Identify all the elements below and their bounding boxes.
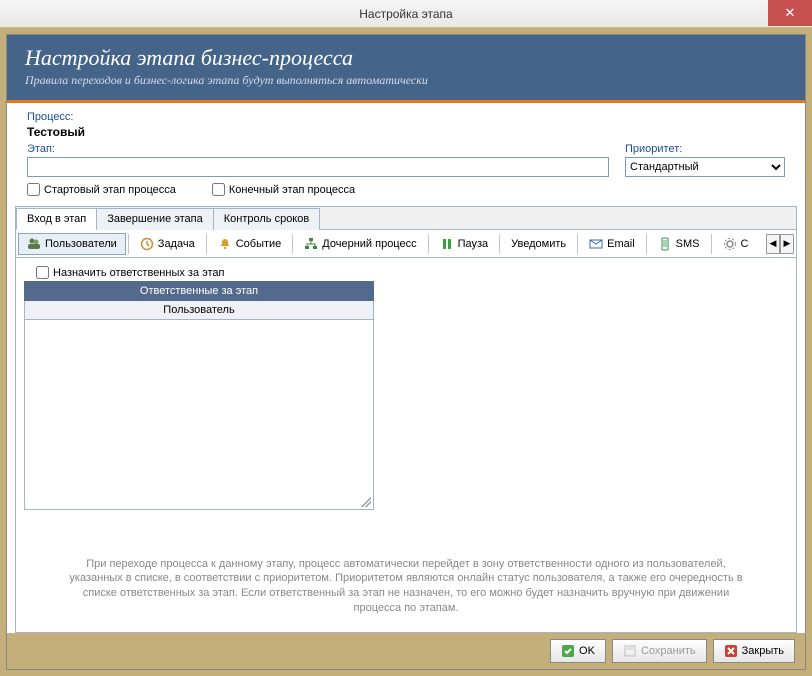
separator xyxy=(292,234,293,254)
header-banner: Настройка этапа бизнес-процесса Правила … xyxy=(7,35,805,103)
tab-complete-stage[interactable]: Завершение этапа xyxy=(96,208,214,230)
separator xyxy=(711,234,712,254)
close-icon: ✕ xyxy=(785,5,796,21)
start-stage-checkbox-input[interactable] xyxy=(27,183,40,196)
check-icon xyxy=(561,644,575,658)
save-button[interactable]: Сохранить xyxy=(612,639,707,663)
chevron-right-icon: ▶ xyxy=(784,238,791,249)
toolbar-task-label: Задача xyxy=(158,238,195,250)
phone-icon xyxy=(658,237,672,251)
toolbar-child-process-label: Дочерний процесс xyxy=(322,238,416,250)
toolbar-notify-label: Уведомить xyxy=(511,238,566,250)
separator xyxy=(428,234,429,254)
toolbar-child-process-button[interactable]: Дочерний процесс xyxy=(295,233,425,255)
toolbar-sms-button[interactable]: SMS xyxy=(649,233,709,255)
toolbar-pause-label: Пауза xyxy=(458,238,489,250)
ok-button[interactable]: OK xyxy=(550,639,606,663)
main-tabs: Вход в этап Завершение этапа Контроль ср… xyxy=(16,207,796,230)
toolbar-sms-label: SMS xyxy=(676,238,700,250)
responsible-list[interactable] xyxy=(24,320,374,510)
separator xyxy=(577,234,578,254)
action-toolbar: Пользователи Задача Событие xyxy=(16,230,796,258)
process-value: Тестовый xyxy=(27,125,785,139)
assign-responsible-checkbox-input[interactable] xyxy=(36,266,49,279)
toolbar-notify-button[interactable]: Уведомить xyxy=(502,234,575,254)
toolbar-users-label: Пользователи xyxy=(45,238,117,250)
pause-icon xyxy=(440,237,454,251)
tab-enter-stage[interactable]: Вход в этап xyxy=(16,208,97,230)
separator xyxy=(499,234,500,254)
toolbar-users-button[interactable]: Пользователи xyxy=(18,233,126,255)
priority-label: Приоритет: xyxy=(625,143,785,155)
separator xyxy=(206,234,207,254)
save-icon xyxy=(623,644,637,658)
separator xyxy=(128,234,129,254)
assign-responsible-checkbox[interactable]: Назначить ответственных за этап xyxy=(36,266,374,279)
stage-input[interactable] xyxy=(27,157,609,177)
bottom-bar: OK Сохранить Закрыть xyxy=(7,633,805,669)
header-subtitle: Правила переходов и бизнес-логика этапа … xyxy=(25,73,787,88)
clock-icon xyxy=(140,237,154,251)
toolbar-email-button[interactable]: Email xyxy=(580,233,644,255)
bell-icon xyxy=(218,237,232,251)
close-label: Закрыть xyxy=(742,645,784,657)
tree-icon xyxy=(304,237,318,251)
ok-label: OK xyxy=(579,645,595,657)
email-icon xyxy=(589,237,603,251)
toolbar-event-label: Событие xyxy=(236,238,282,250)
process-label: Процесс: xyxy=(27,111,785,123)
priority-select[interactable]: Стандартный xyxy=(625,157,785,177)
titlebar: Настройка этапа ✕ xyxy=(0,0,812,28)
save-label: Сохранить xyxy=(641,645,696,657)
close-button[interactable]: Закрыть xyxy=(713,639,795,663)
responsible-column-header: Пользователь xyxy=(24,301,374,320)
toolbar-scroll-right[interactable]: ▶ xyxy=(780,234,794,254)
gear-icon xyxy=(723,237,737,251)
users-icon xyxy=(27,237,41,251)
end-stage-checkbox-input[interactable] xyxy=(212,183,225,196)
toolbar-email-label: Email xyxy=(607,238,635,250)
start-stage-label: Стартовый этап процесса xyxy=(44,184,176,196)
separator xyxy=(646,234,647,254)
window-close-button[interactable]: ✕ xyxy=(768,0,812,26)
end-stage-checkbox[interactable]: Конечный этап процесса xyxy=(212,183,355,196)
window-title: Настройка этапа xyxy=(359,7,452,21)
toolbar-event-button[interactable]: Событие xyxy=(209,233,291,255)
toolbar-pause-button[interactable]: Пауза xyxy=(431,233,498,255)
tab-deadline-control[interactable]: Контроль сроков xyxy=(213,208,320,230)
stage-label: Этап: xyxy=(27,143,609,155)
responsible-table-header: Ответственные за этап xyxy=(24,281,374,301)
header-title: Настройка этапа бизнес-процесса xyxy=(25,45,787,71)
close-icon xyxy=(724,644,738,658)
chevron-left-icon: ◀ xyxy=(770,238,777,249)
start-stage-checkbox[interactable]: Стартовый этап процесса xyxy=(27,183,176,196)
toolbar-more-label: С xyxy=(741,238,749,250)
toolbar-scroll-left[interactable]: ◀ xyxy=(766,234,780,254)
toolbar-task-button[interactable]: Задача xyxy=(131,233,204,255)
toolbar-more-button[interactable]: С xyxy=(714,233,758,255)
end-stage-label: Конечный этап процесса xyxy=(229,184,355,196)
help-text: При переходе процесса к данному этапу, п… xyxy=(24,551,788,624)
assign-responsible-label: Назначить ответственных за этап xyxy=(53,267,225,279)
